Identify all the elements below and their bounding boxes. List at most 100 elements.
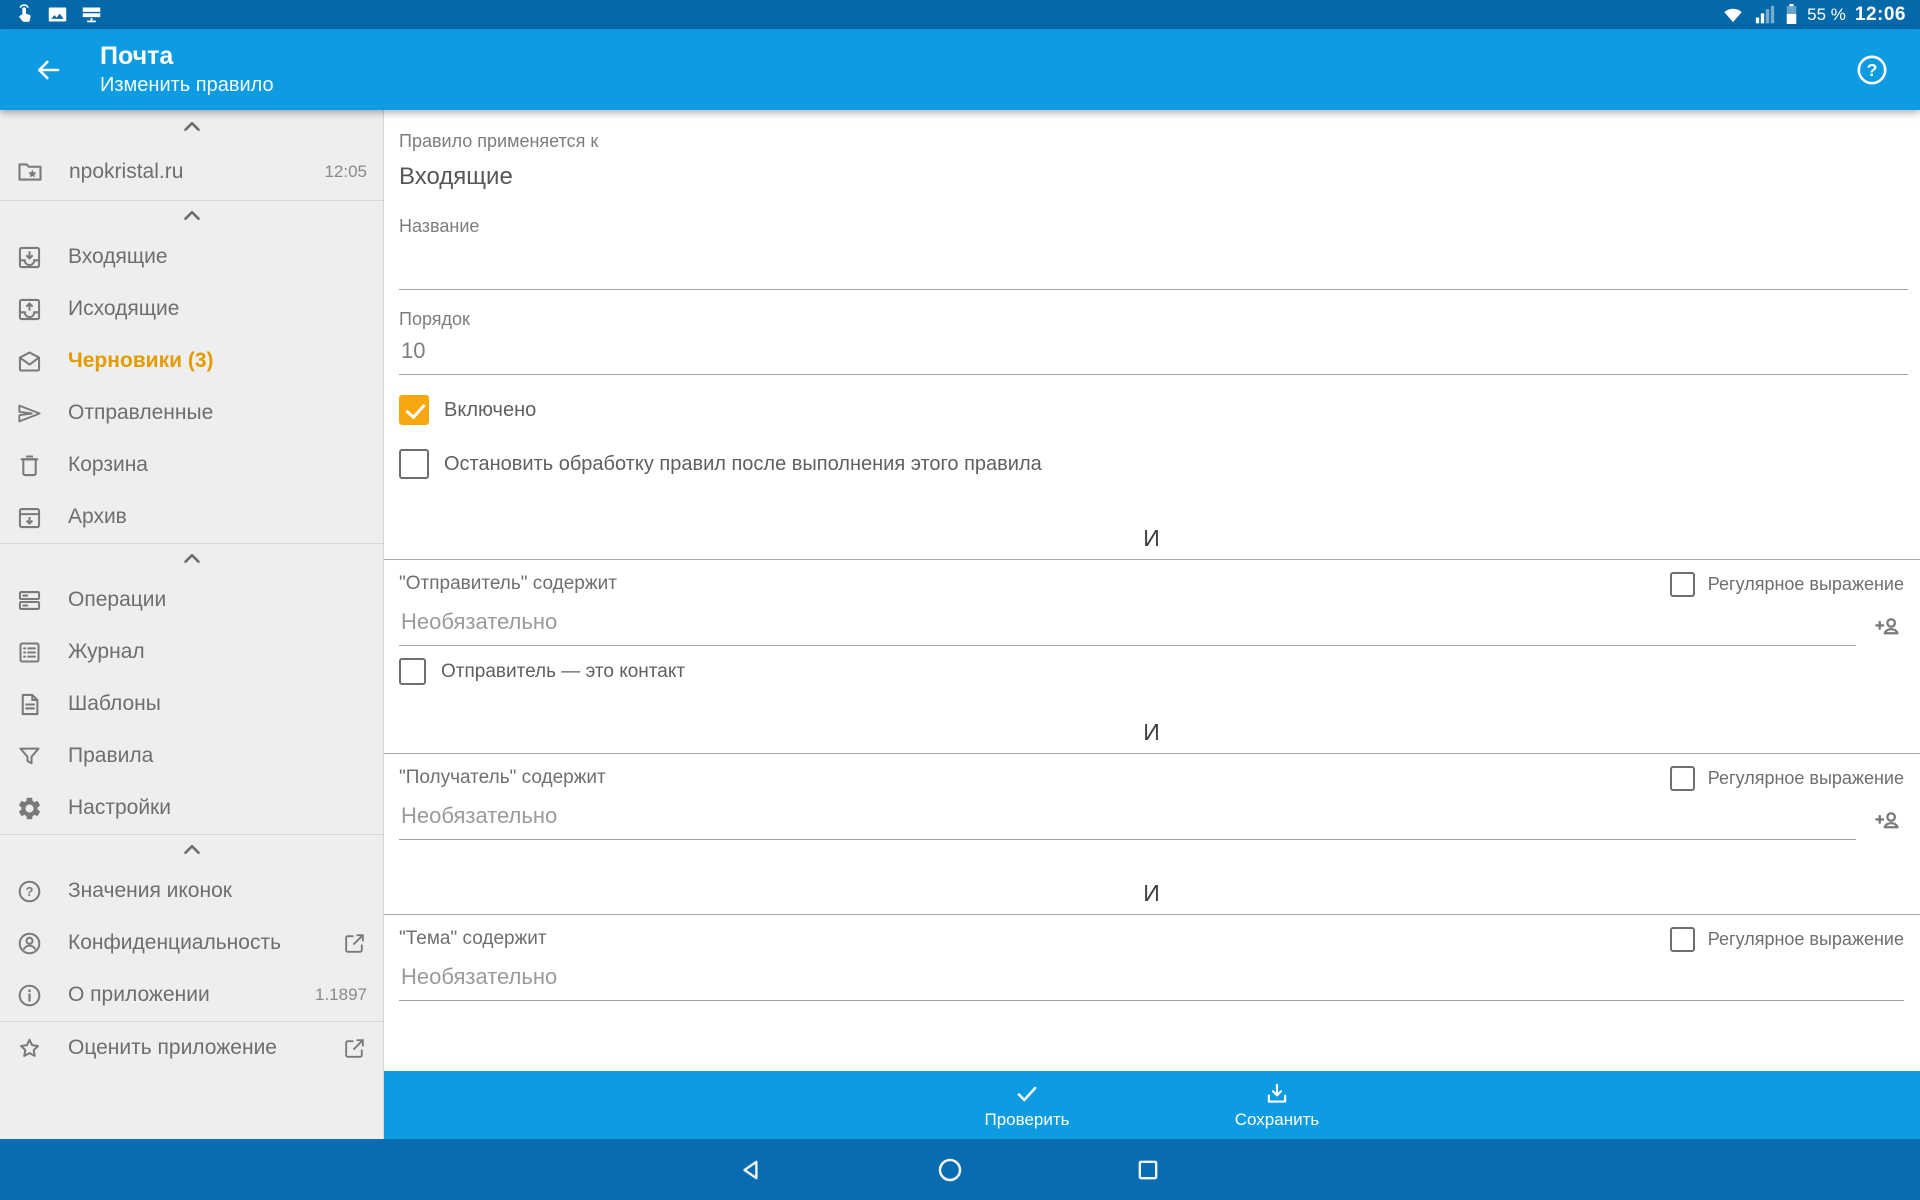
sender-is-contact-row[interactable]: Отправитель — это контакт (399, 658, 1904, 685)
recipient-regex-row[interactable]: Регулярное выражение (1670, 766, 1904, 791)
add-person-icon (1872, 805, 1902, 835)
back-triangle-icon (737, 1155, 767, 1185)
svg-text:?: ? (26, 884, 34, 899)
chevron-up-icon (179, 546, 205, 572)
sender-contains-input[interactable] (399, 603, 1856, 646)
regex-label: Регулярное выражение (1708, 768, 1904, 789)
sender-regex-row[interactable]: Регулярное выражение (1670, 572, 1904, 597)
stop-processing-label: Остановить обработку правил после выполн… (444, 453, 1042, 476)
enabled-checkbox-row[interactable]: Включено (399, 395, 1904, 425)
gear-icon (16, 795, 43, 822)
sidebar-item-label: О приложении (68, 983, 210, 1007)
sidebar-item-label: Отправленные (68, 401, 213, 425)
recipient-contains-input[interactable] (399, 797, 1856, 840)
sidebar-item-sent[interactable]: Отправленные (0, 387, 383, 439)
status-bar: 55 % 12:06 (0, 0, 1920, 29)
account-name: npokristal.ru (69, 160, 183, 184)
nav-back-button[interactable] (737, 1155, 767, 1185)
help-button[interactable]: ? (1850, 48, 1894, 92)
nav-recents-button[interactable] (1134, 1156, 1162, 1184)
display-icon (80, 4, 103, 25)
sidebar-item-account[interactable]: npokristal.ru 12:05 (0, 144, 383, 200)
enabled-checkbox[interactable] (399, 395, 429, 425)
recipient-contains-label: "Получатель" содержит (399, 767, 606, 789)
subject-contains-input[interactable] (399, 958, 1904, 1001)
help-icon: ? (16, 878, 43, 905)
subject-regex-row[interactable]: Регулярное выражение (1670, 927, 1904, 952)
sidebar-item-outbox[interactable]: Исходящие (0, 283, 383, 335)
sender-regex-checkbox[interactable] (1670, 572, 1695, 597)
sidebar-item-archive[interactable]: Архив (0, 491, 383, 543)
back-button[interactable] (26, 48, 70, 92)
stop-processing-checkbox-row[interactable]: Остановить обработку правил после выполн… (399, 449, 1904, 479)
recipient-regex-checkbox[interactable] (1670, 766, 1695, 791)
page-title: Почта (100, 42, 274, 71)
home-circle-icon (935, 1155, 965, 1185)
save-button[interactable]: Сохранить (1212, 1081, 1342, 1130)
applies-to-value[interactable]: Входящие (399, 163, 1904, 191)
trash-icon (16, 452, 43, 479)
sender-contact-picker-button[interactable] (1870, 606, 1904, 646)
gesture-icon (14, 4, 35, 25)
subject-regex-checkbox[interactable] (1670, 927, 1695, 952)
sidebar-item-inbox[interactable]: Входящие (0, 231, 383, 283)
rule-editor: Правило применяется к Входящие Название … (384, 110, 1920, 1139)
sidebar-item-about[interactable]: О приложении 1.1897 (0, 969, 383, 1021)
privacy-person-icon (16, 930, 43, 957)
page-subtitle: Изменить правило (100, 74, 274, 97)
sidebar-item-trash[interactable]: Корзина (0, 439, 383, 491)
rule-order-input[interactable] (399, 332, 1908, 375)
sidebar-item-icon-legend[interactable]: ? Значения иконок (0, 865, 383, 917)
sidebar-item-templates[interactable]: Шаблоны (0, 678, 383, 730)
send-icon (16, 400, 43, 427)
recipient-contact-picker-button[interactable] (1870, 800, 1904, 840)
verify-button[interactable]: Проверить (962, 1081, 1092, 1130)
app-version: 1.1897 (315, 985, 367, 1005)
sidebar-item-label: Значения иконок (68, 879, 232, 903)
account-sync-time: 12:05 (324, 162, 367, 182)
sidebar-item-label: Оценить приложение (68, 1036, 277, 1060)
collapse-accounts-button[interactable] (0, 110, 383, 144)
sender-is-contact-label: Отправитель — это контакт (441, 661, 685, 683)
sidebar-item-label: Журнал (68, 640, 145, 664)
sidebar-item-label: Черновики (3) (68, 349, 214, 373)
sender-is-contact-checkbox[interactable] (399, 658, 426, 685)
sidebar-item-label: Корзина (68, 453, 148, 477)
save-label: Сохранить (1235, 1110, 1319, 1130)
applies-to-label: Правило применяется к (399, 130, 1904, 152)
sidebar-item-journal[interactable]: Журнал (0, 626, 383, 678)
save-icon (1263, 1081, 1291, 1107)
app-bar: Почта Изменить правило ? (0, 29, 1920, 110)
sidebar-item-rules[interactable]: Правила (0, 730, 383, 782)
collapse-folders-button[interactable] (0, 201, 383, 231)
sidebar-item-label: Входящие (68, 245, 168, 269)
sidebar-item-settings[interactable]: Настройки (0, 782, 383, 834)
operations-icon (16, 587, 43, 614)
rule-name-input[interactable] (399, 243, 1908, 290)
chevron-up-icon (179, 203, 205, 229)
collapse-tools-button[interactable] (0, 544, 383, 574)
sidebar-item-label: Архив (68, 505, 127, 529)
and-separator: И (399, 880, 1904, 907)
regex-label: Регулярное выражение (1708, 574, 1904, 595)
clock: 12:06 (1855, 4, 1906, 26)
sidebar-item-rate-app[interactable]: Оценить приложение (0, 1022, 383, 1074)
and-separator: И (399, 525, 1904, 552)
svg-text:?: ? (1867, 60, 1878, 80)
outbox-icon (16, 296, 43, 323)
inbox-icon (16, 244, 43, 271)
collapse-about-button[interactable] (0, 835, 383, 865)
drafts-envelope-icon (16, 348, 43, 375)
sidebar-item-operations[interactable]: Операции (0, 574, 383, 626)
status-left-icons (14, 4, 103, 25)
name-label: Название (399, 215, 1904, 237)
divider (384, 753, 1920, 754)
sidebar-item-privacy[interactable]: Конфиденциальность (0, 917, 383, 969)
sidebar-item-drafts[interactable]: Черновики (3) (0, 335, 383, 387)
external-link-icon (342, 1036, 367, 1061)
nav-home-button[interactable] (935, 1155, 965, 1185)
journal-icon (16, 639, 43, 666)
stop-processing-checkbox[interactable] (399, 449, 429, 479)
sidebar-item-label: Операции (68, 588, 166, 612)
order-label: Порядок (399, 308, 1904, 330)
